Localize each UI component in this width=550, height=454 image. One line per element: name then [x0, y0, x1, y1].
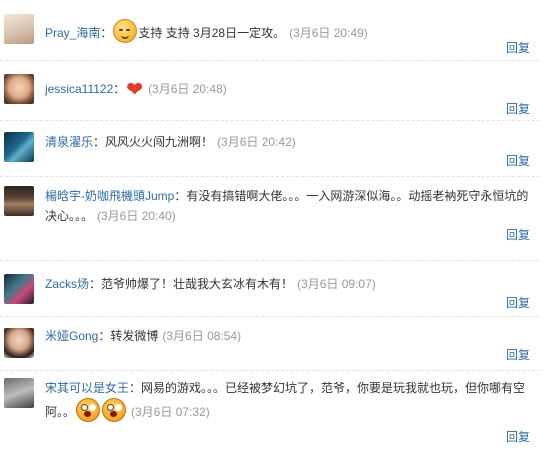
comment-username[interactable]: 宋其可以是女王 — [45, 381, 129, 395]
comment-time: (3月6日 07:32) — [131, 405, 210, 419]
reply-button[interactable]: 回复 — [506, 152, 530, 169]
comment-time: (3月6日 20:48) — [148, 82, 227, 96]
avatar[interactable] — [4, 132, 34, 162]
comment-text: 风风火火闯九洲啊！ — [105, 135, 214, 149]
comment-username[interactable]: Pray_海南 — [45, 26, 100, 40]
avatar[interactable] — [4, 186, 34, 216]
comment-text: 范爷帅爆了！壮哉我大玄冰有木有！ — [101, 277, 294, 291]
comment-item: 米娅Gong：转发微博 (3月6日 08:54) 回复 — [0, 318, 540, 370]
comment-username[interactable]: 米娅Gong — [45, 329, 98, 343]
comment-time: (3月6日 20:49) — [289, 26, 368, 40]
avatar[interactable] — [4, 328, 34, 358]
comment-time: (3月6日 20:40) — [97, 209, 176, 223]
comment-text: 转发微博 — [110, 329, 159, 343]
reply-button[interactable]: 回复 — [506, 39, 530, 56]
comment-item: 楊晗宇-奶咖飛機頭Jump：有没有搞错啊大佬。。。一入网游深似海。。动摇老衲死守… — [0, 178, 540, 248]
comment-colon: ： — [98, 329, 111, 343]
comment-item: jessica11122：❤ (3月6日 20:48) 回复 — [0, 62, 540, 120]
divider — [0, 60, 540, 61]
comment-username[interactable]: 楊晗宇-奶咖飛機頭Jump — [45, 189, 174, 203]
avatar[interactable] — [4, 274, 34, 304]
comment-colon: ： — [113, 82, 126, 96]
reply-button[interactable]: 回复 — [506, 428, 530, 445]
heart-icon: ❤ — [126, 79, 144, 101]
comment-colon: ： — [100, 26, 113, 40]
comment-colon: ： — [89, 277, 102, 291]
scream-face-icon — [76, 398, 101, 422]
comment-time: (3月6日 20:42) — [217, 135, 296, 149]
divider — [0, 176, 540, 177]
avatar[interactable] — [4, 14, 34, 44]
comment-colon: ： — [93, 135, 106, 149]
sweat-face-icon — [113, 19, 138, 43]
comment-time: (3月6日 08:54) — [162, 329, 242, 343]
comment-item: Zacks炀：范爷帅爆了！壮哉我大玄冰有木有！ (3月6日 09:07) 回复 — [0, 262, 540, 314]
comment-time: (3月6日 09:07) — [297, 277, 376, 291]
comment-username[interactable]: jessica11122 — [45, 82, 113, 96]
divider — [0, 370, 540, 371]
reply-button[interactable]: 回复 — [506, 294, 530, 311]
comment-colon: ： — [174, 189, 187, 203]
comment-colon: ： — [129, 381, 142, 395]
avatar[interactable] — [4, 378, 34, 408]
reply-button[interactable]: 回复 — [506, 100, 530, 117]
comment-username[interactable]: 清泉濯乐 — [45, 135, 93, 149]
comment-item: 清泉濯乐：风风火火闯九洲啊！ (3月6日 20:42) 回复 — [0, 122, 540, 174]
scream-face-icon — [102, 398, 127, 422]
avatar[interactable] — [4, 74, 34, 104]
comment-item: 宋其可以是女王：网易的游戏。。。已经被梦幻坑了，范爷，你要是玩我就也玩，但你哪有… — [0, 372, 540, 452]
comment-item: Pray_海南： 支持 支持 3月28日一定攻。 (3月6日 20:49) 回复 — [0, 0, 540, 58]
reply-button[interactable]: 回复 — [506, 346, 530, 363]
divider — [0, 120, 540, 121]
divider — [0, 260, 540, 261]
reply-button[interactable]: 回复 — [506, 226, 530, 243]
divider — [0, 316, 540, 317]
comment-text: 支持 支持 3月28日一定攻。 — [138, 26, 286, 40]
comment-username[interactable]: Zacks炀 — [45, 277, 89, 291]
